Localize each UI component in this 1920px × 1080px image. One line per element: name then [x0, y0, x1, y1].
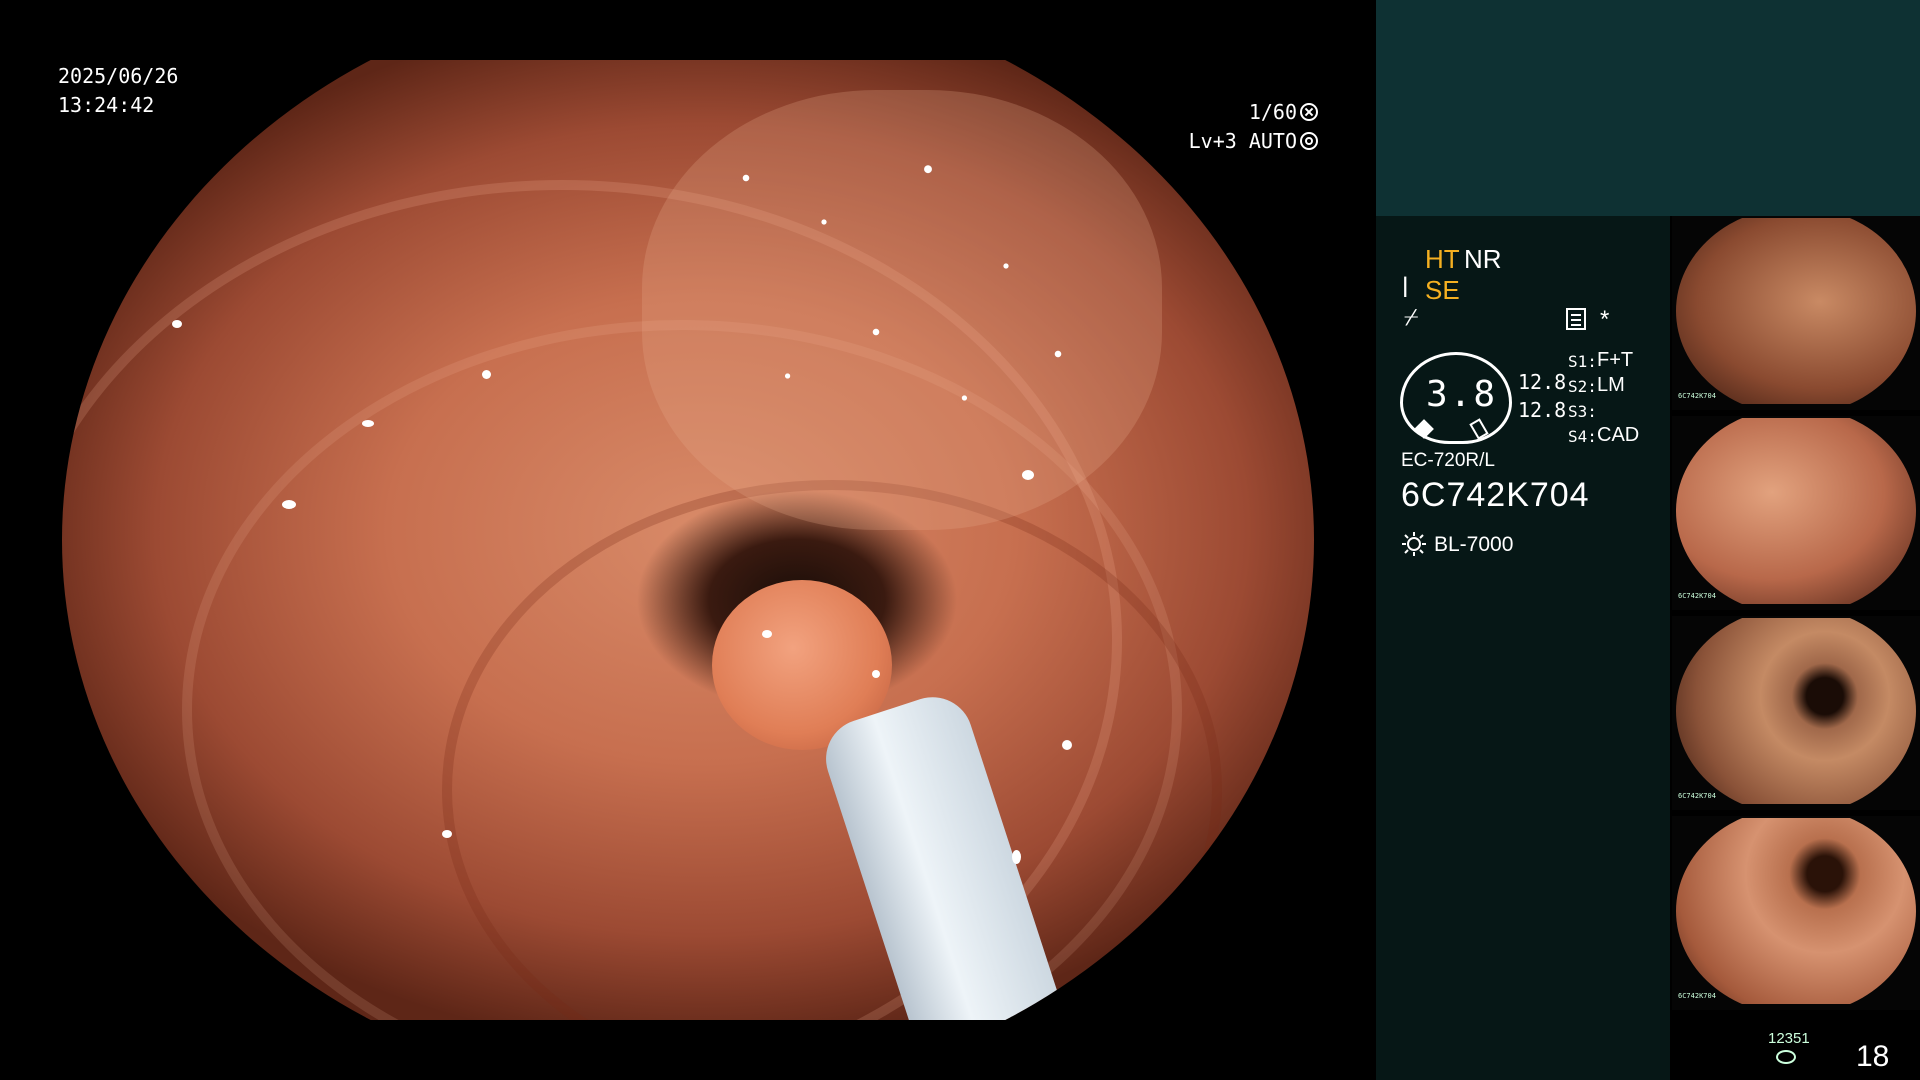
lamp-icon: [1402, 532, 1426, 556]
thumbnail[interactable]: 6C742K704: [1672, 416, 1920, 610]
thumbnail-label: 6C742K704: [1678, 392, 1716, 400]
glint: [282, 500, 296, 509]
glint: [482, 370, 491, 379]
switch-3-label: S3:: [1568, 402, 1597, 421]
bubble-cluster: [642, 90, 1162, 530]
switch-1-label: S1:: [1568, 352, 1597, 371]
glint: [362, 420, 374, 427]
shutter-speed: 1/60: [1248, 100, 1297, 124]
disk-icon: [1776, 1050, 1796, 1064]
thumbnail-image: [1676, 618, 1916, 804]
glint: [442, 830, 452, 838]
switch-4-value: CAD: [1597, 424, 1640, 446]
filter-icon: ⌿: [1404, 304, 1419, 331]
exposure-info: 1/60 Lv+3 AUTO: [1189, 98, 1318, 156]
switch-2-label: S2:: [1568, 377, 1597, 396]
ht-indicator: HT: [1425, 244, 1460, 274]
info-panel: [1376, 216, 1670, 1080]
structure-enhance-icon: ꟾ: [1402, 277, 1409, 302]
iris-icon: [1300, 132, 1318, 150]
panel-header: [1376, 0, 1920, 216]
thumbnail-label: 6C742K704: [1678, 792, 1716, 800]
thumbnail[interactable]: 6C742K704: [1672, 216, 1920, 410]
glint: [1012, 850, 1021, 864]
glint: [1062, 740, 1072, 750]
shutter-icon: [1300, 103, 1318, 121]
thumbnail-image: [1676, 418, 1916, 604]
time: 13:24:42: [58, 93, 155, 117]
switch-1-value: F+T: [1597, 349, 1634, 371]
glint: [1022, 470, 1034, 480]
star-indicator: *: [1600, 306, 1610, 333]
readout-value-2: 12.8: [1518, 398, 1567, 422]
dial-value: 3.8: [1426, 374, 1498, 415]
glint: [872, 670, 880, 678]
switch-2-value: LM: [1597, 374, 1625, 396]
date: 2025/06/26: [58, 64, 179, 88]
readout-value-1: 12.8: [1518, 370, 1567, 394]
thumbnail[interactable]: 6C742K704: [1672, 616, 1920, 810]
glint: [172, 320, 182, 328]
thumbnail-label: 6C742K704: [1678, 992, 1716, 1000]
thumbnail-image: [1676, 218, 1916, 404]
thumbnail-label: 6C742K704: [1678, 592, 1716, 600]
se-indicator: SE: [1425, 275, 1460, 305]
endoscope-view: [62, 60, 1314, 1020]
image-count: 18: [1856, 1040, 1890, 1073]
notes-icon: [1566, 308, 1586, 330]
scope-model: EC-720R/L: [1401, 450, 1495, 471]
nr-indicator: NR: [1464, 244, 1502, 274]
light-source: BL-7000: [1434, 533, 1514, 556]
switch-4-label: S4:: [1568, 427, 1597, 446]
glint: [762, 630, 772, 638]
brightness-level: Lv+3 AUTO: [1188, 129, 1297, 153]
date-time: 2025/06/26 13:24:42: [58, 62, 178, 120]
thumbnail[interactable]: 6C742K704: [1672, 816, 1920, 1010]
thumbnail-image: [1676, 818, 1916, 1004]
storage-count: 12351: [1768, 1030, 1810, 1047]
scope-serial: 6C742K704: [1401, 476, 1590, 514]
